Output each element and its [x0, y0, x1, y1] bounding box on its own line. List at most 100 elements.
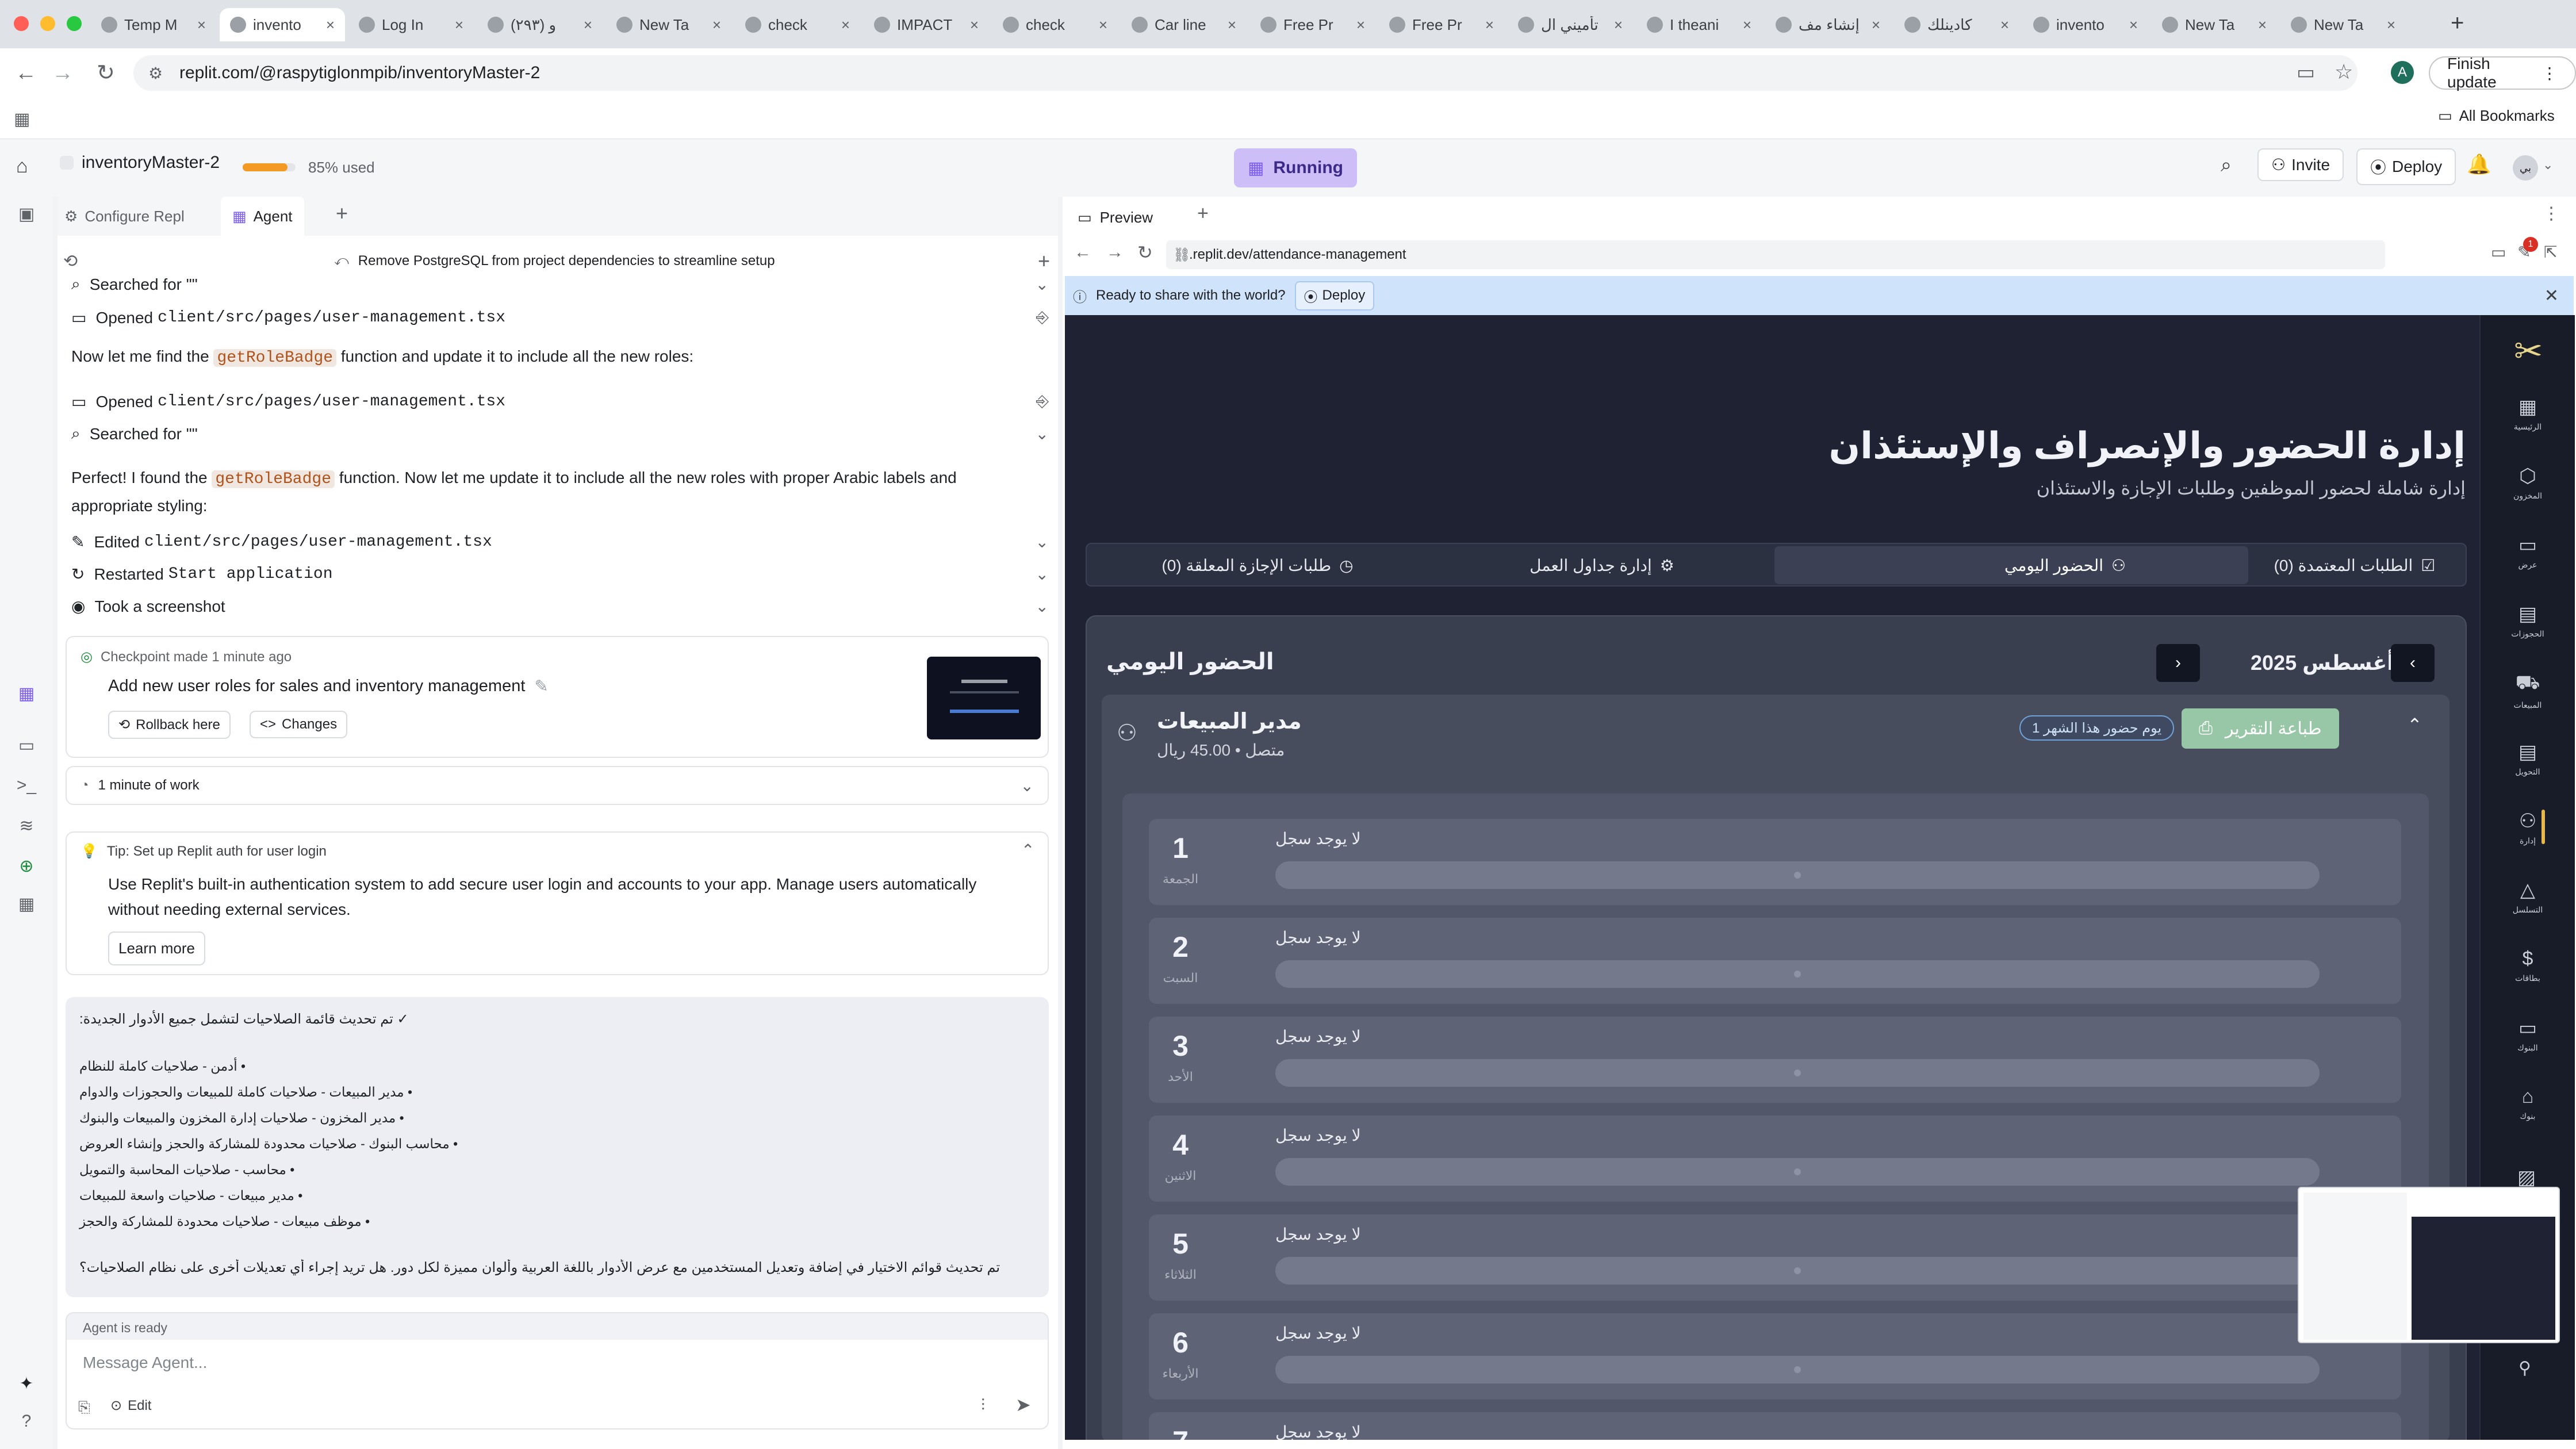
bell-icon[interactable]: 🔔 — [2467, 153, 2491, 176]
chevron-up-icon[interactable]: ⌃ — [1021, 841, 1034, 860]
devices-icon[interactable]: ▭ — [2491, 243, 2506, 262]
user-avatar[interactable]: بي — [2513, 155, 2538, 181]
image-icon[interactable]: ▨ — [2517, 1166, 2536, 1189]
banner-deploy-button[interactable]: ⦿ Deploy — [1294, 281, 1375, 310]
tab-daily-attendance[interactable]: الحضور اليومي ⚇ — [1774, 546, 2248, 584]
app-nav-item[interactable]: ⛟ المبيعات — [2493, 672, 2562, 710]
close-tab-icon[interactable]: × — [1099, 16, 1107, 34]
back-icon[interactable]: ← — [15, 61, 37, 86]
close-banner-icon[interactable]: ✕ — [2544, 286, 2559, 306]
changes-button[interactable]: <> Changes — [250, 711, 348, 738]
home-icon[interactable]: ⌂ — [16, 155, 28, 178]
app-nav-item[interactable]: ▦ الرئيسية — [2493, 396, 2562, 432]
close-tab-icon[interactable]: × — [2258, 16, 2267, 34]
history-icon[interactable]: ⟲ — [63, 251, 78, 271]
opened-row-1[interactable]: ▭ Opened client/src/pages/user-managemen… — [71, 308, 1049, 327]
print-report-button[interactable]: ⎙ طباعة التقرير — [2182, 708, 2339, 749]
search-icon[interactable]: ⌕ — [2221, 154, 2232, 177]
close-tab-icon[interactable]: × — [2000, 16, 2009, 34]
browser-tab[interactable]: invento × — [220, 8, 345, 41]
opened-row-2[interactable]: ▭ Opened client/src/pages/user-managemen… — [71, 392, 1049, 411]
chevron-down-icon[interactable]: ⌄ — [2543, 158, 2553, 172]
browser-tab[interactable]: New Ta × — [606, 8, 731, 41]
searched-row-2[interactable]: ⌕ Searched for "" ⌄ — [71, 424, 1049, 443]
more-vert-icon[interactable]: ⋮ — [2543, 204, 2560, 224]
new-chat-button[interactable]: + — [1038, 249, 1050, 273]
sparkle-icon[interactable]: ✦ — [15, 1372, 38, 1395]
edited-row[interactable]: ✎ Edited client/src/pages/user-managemen… — [71, 532, 1049, 551]
chevron-up-icon[interactable]: ⌃ — [2407, 714, 2422, 736]
browser-tab[interactable]: Log In × — [348, 8, 474, 41]
browser-tab[interactable]: I theani × — [1636, 8, 1762, 41]
close-tab-icon[interactable]: × — [841, 16, 850, 34]
apps-grid-icon[interactable]: ▦ — [14, 109, 30, 129]
browser-tab[interactable]: Free Pr × — [1250, 8, 1375, 41]
minimize-window-button[interactable] — [40, 16, 55, 31]
restarted-row[interactable]: ↻ Restarted Start application ⌄ — [71, 565, 1049, 584]
files-icon[interactable]: ▣ — [15, 202, 38, 225]
preview-forward-icon[interactable]: → — [1106, 243, 1124, 262]
all-tools-icon[interactable]: ▦ — [15, 892, 38, 915]
preview-url-bar[interactable]: ⛓ .replit.dev/attendance-management — [1166, 240, 2385, 269]
app-logo-icon[interactable]: ✂ — [2514, 331, 2543, 371]
site-settings-icon[interactable]: ⚙ — [148, 64, 163, 83]
tab-configure-repl[interactable]: ⚙ Configure Repl — [60, 200, 189, 232]
close-tab-icon[interactable]: × — [197, 16, 206, 34]
close-tab-icon[interactable]: × — [1356, 16, 1365, 34]
app-nav-item[interactable]: ⚇ إدارة — [2493, 810, 2562, 846]
browser-tab[interactable]: تأميني ال × — [1508, 8, 1633, 41]
message-input[interactable]: Message Agent... — [83, 1354, 1032, 1372]
searched-row-1[interactable]: ⌕ Searched for "" ⌄ — [71, 275, 1049, 294]
close-tab-icon[interactable]: × — [455, 16, 463, 34]
app-nav-item[interactable]: ⌂ بنوك — [2493, 1086, 2562, 1121]
rollback-button[interactable]: ⟲ Rollback here — [108, 711, 231, 739]
add-tab-button[interactable]: + — [1197, 202, 1209, 225]
tab-approved-requests[interactable]: الطلبات المعتمدة (0) ☑ — [2248, 547, 2461, 583]
browser-tab[interactable]: IMPACT × — [864, 8, 989, 41]
browser-tab[interactable]: check × — [735, 8, 860, 41]
preview-back-icon[interactable]: ← — [1074, 243, 1091, 262]
help-icon[interactable]: ? — [15, 1410, 38, 1433]
close-tab-icon[interactable]: × — [1743, 16, 1751, 34]
learn-more-button[interactable]: Learn more — [108, 931, 205, 965]
screenshot-row[interactable]: ◉ Took a screenshot ⌄ — [71, 597, 1049, 616]
prev-month-button[interactable]: ‹ — [2391, 644, 2435, 682]
tab-preview[interactable]: ▭ Preview — [1068, 201, 1162, 233]
app-nav-item[interactable]: ▤ الحجوزات — [2493, 603, 2562, 639]
browser-tab[interactable]: كادينلك × — [1894, 8, 2019, 41]
deployments-icon[interactable]: ⊕ — [15, 854, 38, 877]
app-nav-item[interactable]: ▤ التحويل — [2493, 741, 2562, 777]
browser-tab[interactable]: Free Pr × — [1379, 8, 1504, 41]
profile-avatar[interactable]: A — [2391, 61, 2414, 84]
close-tab-icon[interactable]: × — [2129, 16, 2138, 34]
settings-sliders-icon[interactable]: ⫶ — [981, 1396, 985, 1415]
work-summary-row[interactable]: ◔ 1 minute of work ⌄ — [66, 766, 1049, 805]
browser-tab[interactable]: New Ta × — [2280, 8, 2406, 41]
close-tab-icon[interactable]: × — [2387, 16, 2395, 34]
app-nav-item[interactable]: $ بطاقات — [2493, 948, 2562, 983]
close-window-button[interactable] — [14, 16, 29, 31]
close-tab-icon[interactable]: × — [1485, 16, 1494, 34]
running-button[interactable]: ▦ Running — [1234, 148, 1357, 187]
close-tab-icon[interactable]: × — [1228, 16, 1236, 34]
finish-update-button[interactable]: Finish update ⋮ — [2429, 55, 2576, 91]
browser-tab[interactable]: invento × — [2023, 8, 2148, 41]
close-tab-icon[interactable]: × — [326, 16, 335, 34]
logout-icon[interactable]: ⚲ — [2518, 1358, 2531, 1378]
shell-icon[interactable]: >_ — [15, 774, 38, 797]
cast-icon[interactable]: ▭ — [2297, 61, 2315, 84]
close-tab-icon[interactable]: × — [584, 16, 592, 34]
add-tab-button[interactable]: + — [336, 201, 348, 225]
browser-tab[interactable]: Car line × — [1121, 8, 1247, 41]
database-icon[interactable]: ≋ — [15, 814, 38, 837]
tab-agent[interactable]: ▦ Agent — [221, 197, 304, 236]
browser-tab[interactable]: Temp M × — [91, 8, 216, 41]
close-tab-icon[interactable]: × — [712, 16, 721, 34]
preview-reload-icon[interactable]: ↻ — [1137, 241, 1153, 263]
close-tab-icon[interactable]: × — [1872, 16, 1880, 34]
project-switcher[interactable]: inventoryMaster-2 — [60, 153, 220, 172]
forward-icon[interactable]: → — [52, 61, 74, 86]
pencil-icon[interactable]: ✎ — [534, 676, 548, 696]
new-tab-button[interactable]: + — [2451, 10, 2464, 36]
reload-icon[interactable]: ↻ — [97, 60, 115, 86]
